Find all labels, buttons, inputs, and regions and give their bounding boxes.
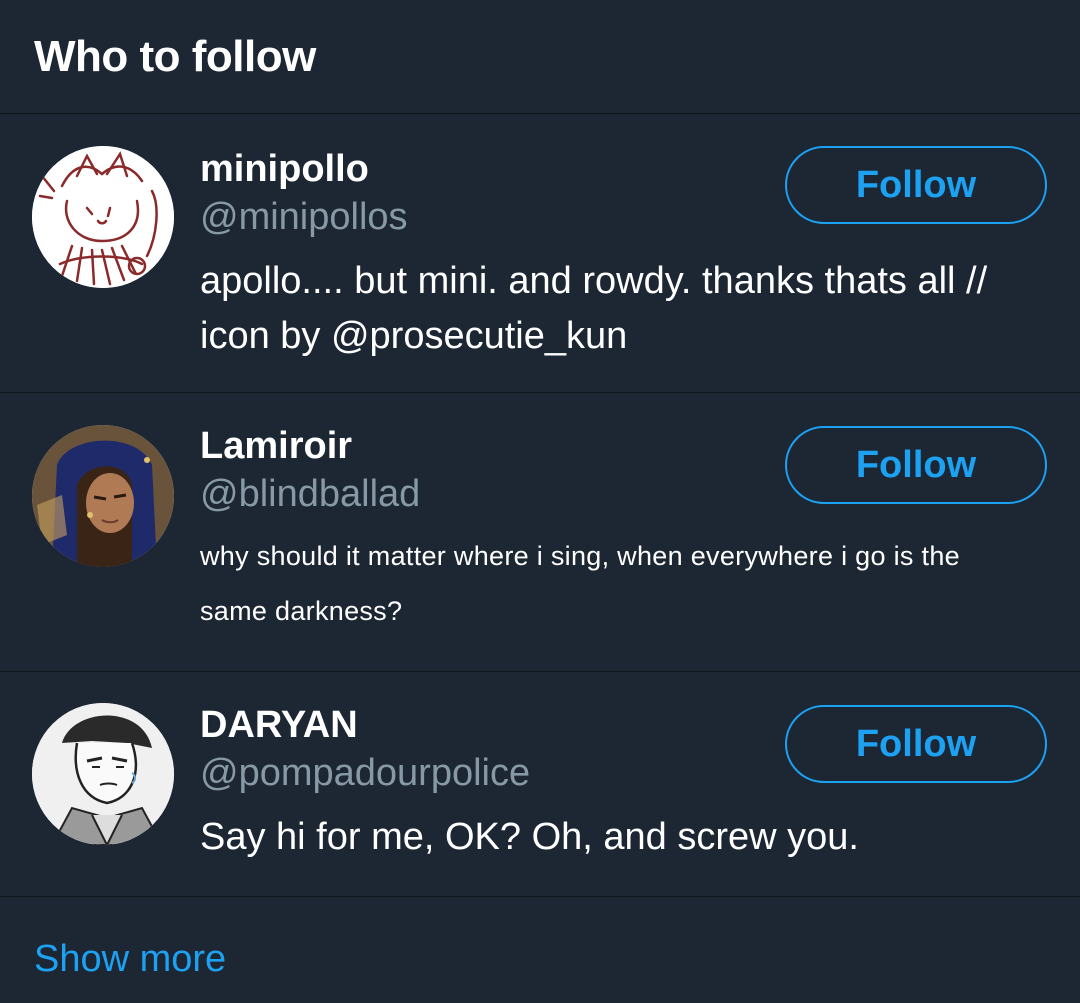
user-row[interactable]: DARYAN @pompadourpolice Say hi for me, O… — [0, 672, 1080, 897]
panel-title: Who to follow — [34, 31, 316, 81]
avatar[interactable] — [32, 146, 174, 288]
show-more-link[interactable]: Show more — [34, 938, 226, 981]
follow-button[interactable]: Follow — [785, 426, 1047, 504]
avatar-image — [32, 425, 174, 567]
avatar[interactable] — [32, 425, 174, 567]
avatar-image — [32, 703, 174, 845]
user-row[interactable]: Lamiroir @blindballad why should it matt… — [0, 393, 1080, 672]
who-to-follow-panel: Who to follow minipollo @minipollos apol… — [0, 0, 1080, 1003]
panel-header: Who to follow — [0, 0, 1080, 114]
user-bio: Say hi for me, OK? Oh, and screw you. — [200, 816, 859, 858]
follow-button[interactable]: Follow — [785, 705, 1047, 783]
user-row[interactable]: minipollo @minipollos apollo.... but min… — [0, 114, 1080, 393]
user-bio: apollo.... but mini. and rowdy. thanks t… — [200, 260, 988, 357]
follow-button[interactable]: Follow — [785, 146, 1047, 224]
avatar-image — [32, 146, 174, 288]
user-bio: why should it matter where i sing, when … — [200, 541, 960, 626]
avatar[interactable] — [32, 703, 174, 845]
